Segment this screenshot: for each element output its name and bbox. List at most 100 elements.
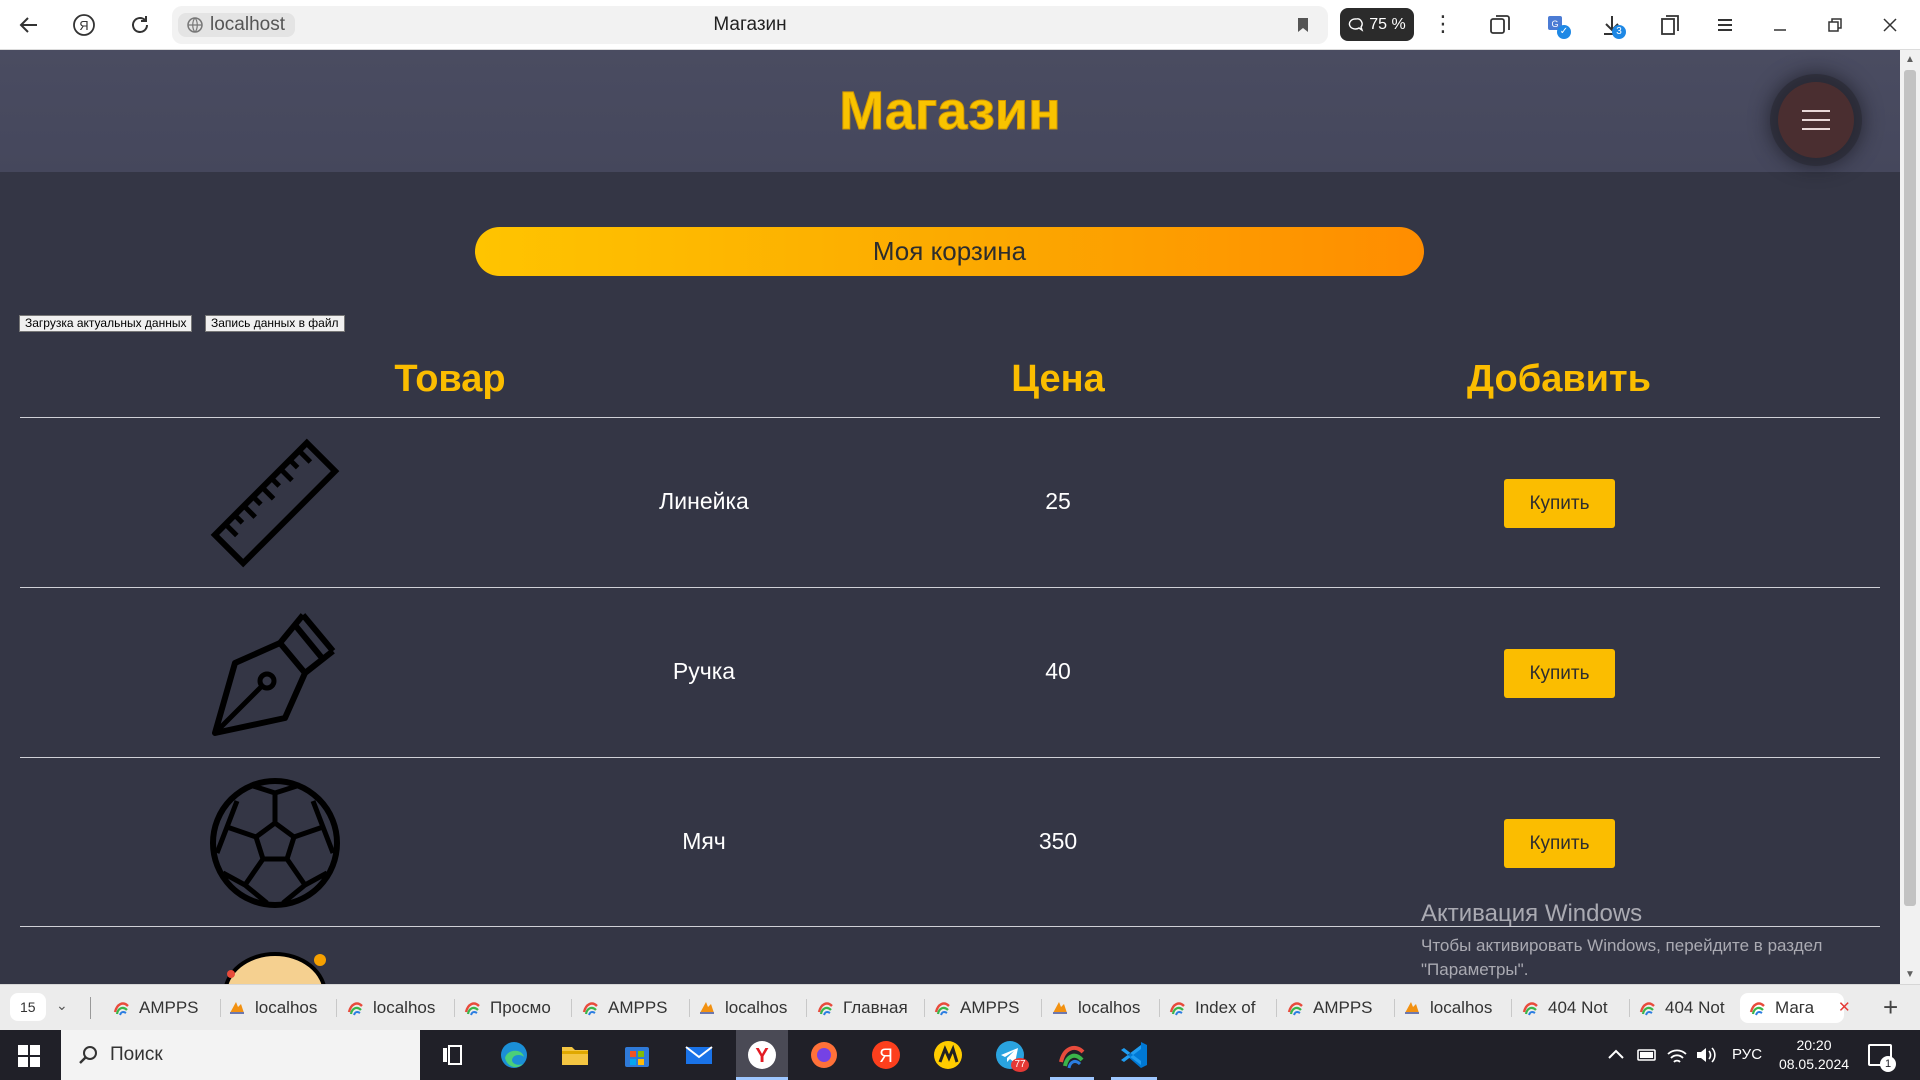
soccer-ball-icon xyxy=(205,773,345,913)
tab-separator xyxy=(220,999,221,1017)
scroll-up-icon[interactable]: ▲ xyxy=(1905,54,1915,65)
load-data-button[interactable]: Загрузка актуальных данных xyxy=(19,315,193,332)
buy-button[interactable]: Купить xyxy=(1504,649,1615,698)
tray-chevron-up-icon[interactable] xyxy=(1604,1038,1628,1072)
windows-start-icon[interactable] xyxy=(18,1045,40,1067)
clock-date: 08.05.2024 xyxy=(1778,1056,1850,1072)
buy-button[interactable]: Купить xyxy=(1504,819,1615,868)
tab-separator xyxy=(1276,999,1277,1017)
minimize-icon[interactable] xyxy=(1768,13,1792,37)
ampps-icon[interactable] xyxy=(1055,1038,1089,1072)
close-tab-icon[interactable]: ✕ xyxy=(1838,995,1851,1021)
pen-nib-icon xyxy=(205,603,345,743)
downloads-count: 3 xyxy=(1612,25,1626,39)
mail-icon[interactable] xyxy=(682,1038,716,1072)
tab-label: Мага xyxy=(1775,998,1815,1017)
firefox-icon[interactable] xyxy=(807,1038,841,1072)
task-view-icon[interactable] xyxy=(435,1038,469,1072)
browser-tab[interactable]: localhos xyxy=(228,993,328,1023)
browser-tab[interactable]: AMPPS xyxy=(1286,993,1386,1023)
ruler-icon xyxy=(205,433,345,573)
tab-label: Главная xyxy=(843,998,908,1017)
browser-tab[interactable]: localhos xyxy=(346,993,446,1023)
language-indicator[interactable]: РУС xyxy=(1732,1030,1762,1080)
file-explorer-icon[interactable] xyxy=(558,1038,592,1072)
tab-label: localhos xyxy=(1430,998,1493,1017)
wifi-icon[interactable] xyxy=(1665,1038,1689,1072)
page-title: Магазин xyxy=(713,14,787,35)
telegram-badge: 77 xyxy=(1011,1058,1029,1072)
tab-separator xyxy=(806,999,807,1017)
edge-browser-icon[interactable] xyxy=(497,1038,531,1072)
back-arrow-icon[interactable] xyxy=(17,13,41,37)
browser-tab[interactable]: Мага xyxy=(1740,993,1844,1023)
browser-tab-strip: 15 ⌄ AMPPS localhos localhos Просмо AMPPS loc… xyxy=(0,984,1920,1030)
ampps-icon xyxy=(1639,1002,1655,1016)
browser-tab[interactable]: 404 Not xyxy=(1638,993,1738,1023)
close-window-icon[interactable] xyxy=(1878,13,1902,37)
browser-tab[interactable]: localhos xyxy=(1403,993,1503,1023)
browser-tab[interactable]: AMPPS xyxy=(112,993,212,1023)
volume-icon[interactable] xyxy=(1694,1038,1718,1072)
phpmyadmin-icon xyxy=(1405,1002,1419,1014)
hamburger-line xyxy=(1802,110,1830,112)
tab-label: AMPPS xyxy=(608,998,668,1017)
my-cart-button[interactable]: Моя корзина xyxy=(475,227,1424,276)
separator xyxy=(90,997,91,1019)
address-bar[interactable]: localhost Магазин xyxy=(172,6,1328,44)
ampps-icon xyxy=(1749,1002,1765,1016)
product-price: 40 xyxy=(1045,658,1071,684)
yandex-browser-icon[interactable]: Y xyxy=(745,1038,779,1072)
translate-icon[interactable]: G ✓ xyxy=(1545,13,1571,39)
save-data-button[interactable]: Запись данных в файл xyxy=(205,315,345,332)
yandex-logo-icon[interactable]: Я xyxy=(72,13,96,37)
column-header-price: Цена xyxy=(1011,358,1105,400)
taskbar-search[interactable]: Поиск xyxy=(61,1030,420,1080)
ampps-icon xyxy=(582,1002,598,1016)
microsoft-store-icon[interactable] xyxy=(620,1038,654,1072)
bookmark-icon[interactable] xyxy=(1294,16,1312,34)
vscode-icon[interactable] xyxy=(1117,1038,1151,1072)
new-tab-icon[interactable]: + xyxy=(1883,993,1898,1021)
site-header: Магазин xyxy=(0,50,1900,172)
zoom-indicator[interactable]: 75 % xyxy=(1340,8,1414,41)
svg-text:Y: Y xyxy=(755,1045,769,1067)
tab-count[interactable]: 15 xyxy=(10,993,46,1021)
page-scrollbar[interactable]: ▲ ▼ xyxy=(1900,50,1920,984)
tab-label: AMPPS xyxy=(139,998,199,1017)
watermark-text: Чтобы активировать Windows, перейдите в … xyxy=(1421,936,1823,979)
browser-tab[interactable]: AMPPS xyxy=(933,993,1033,1023)
collections-icon[interactable] xyxy=(1488,13,1512,37)
phpmyadmin-icon xyxy=(700,1002,714,1014)
tab-separator xyxy=(1159,999,1160,1017)
tab-label: localhos xyxy=(255,998,318,1017)
scroll-down-icon[interactable]: ▼ xyxy=(1905,969,1915,980)
restore-icon[interactable] xyxy=(1823,13,1847,37)
chevron-down-icon[interactable]: ⌄ xyxy=(56,997,68,1014)
browser-tab[interactable]: 404 Not xyxy=(1521,993,1621,1023)
clock[interactable]: 20:20 08.05.2024 xyxy=(1774,1036,1854,1074)
ampps-icon xyxy=(1522,1002,1538,1016)
buy-button[interactable]: Купить xyxy=(1504,479,1615,528)
more-vertical-icon[interactable]: ⋮ xyxy=(1432,12,1454,36)
yandex-market-icon[interactable] xyxy=(931,1038,965,1072)
watermark-title: Активация Windows xyxy=(1421,900,1643,927)
tab-separator xyxy=(1629,999,1630,1017)
browser-tab[interactable]: Просмо xyxy=(463,993,563,1023)
scrollbar-thumb[interactable] xyxy=(1904,70,1916,906)
zoom-level: 75 % xyxy=(1369,15,1406,33)
battery-icon[interactable] xyxy=(1635,1038,1659,1072)
browser-tab[interactable]: AMPPS xyxy=(581,993,681,1023)
hamburger-menu-button[interactable] xyxy=(1778,82,1854,158)
browser-tab[interactable]: localhos xyxy=(1051,993,1151,1023)
downloads-icon[interactable]: 3 xyxy=(1600,13,1626,39)
yandex-icon[interactable]: Я xyxy=(869,1038,903,1072)
browser-tab[interactable]: Главная xyxy=(816,993,916,1023)
bookmarks-panel-icon[interactable] xyxy=(1658,13,1682,37)
menu-icon[interactable] xyxy=(1713,13,1737,37)
windows-activation-watermark: Активация Windows Чтобы активировать Win… xyxy=(1421,900,1881,982)
reload-icon[interactable] xyxy=(128,13,152,37)
browser-tab[interactable]: Index of xyxy=(1168,993,1268,1023)
browser-tab[interactable]: localhos xyxy=(698,993,798,1023)
chat-bubble-icon xyxy=(1349,17,1364,32)
